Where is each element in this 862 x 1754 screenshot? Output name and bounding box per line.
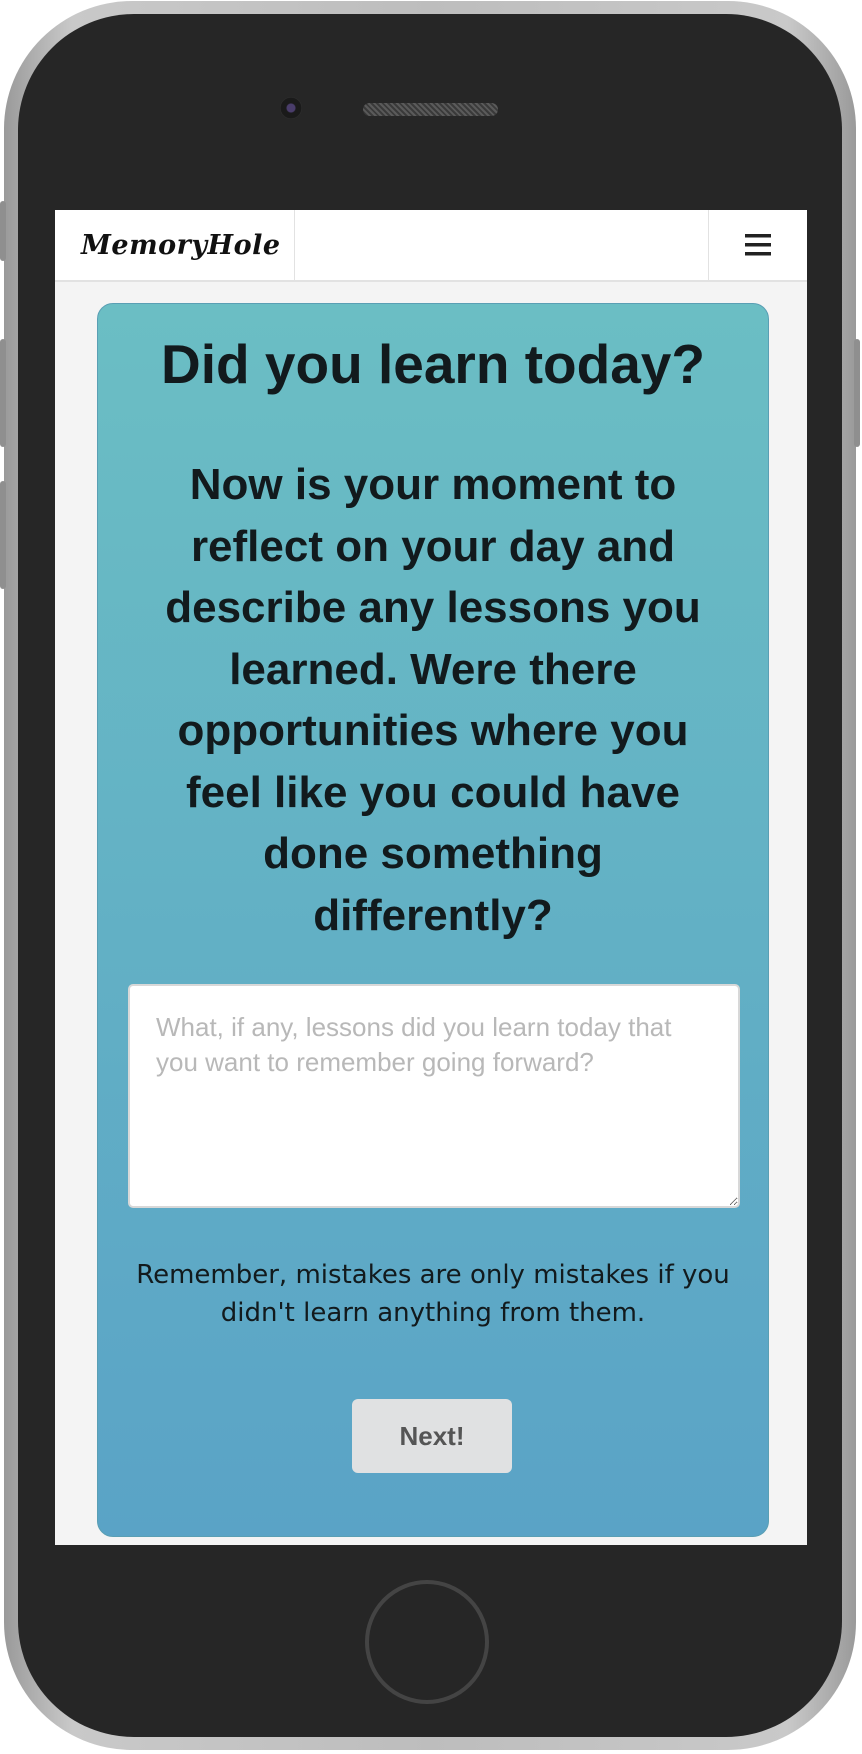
power-button <box>854 339 860 447</box>
reflection-card: Did you learn today? Now is your moment … <box>97 303 769 1537</box>
prompt-description: Now is your moment to reflect on your da… <box>165 460 701 940</box>
reminder-text: Remember, mistakes are only mistakes if … <box>136 1260 730 1328</box>
hamburger-icon <box>745 234 771 256</box>
lessons-input[interactable] <box>128 984 740 1208</box>
volume-down-button <box>0 481 6 589</box>
navbar: MemoryHole <box>55 210 807 282</box>
brand-logo[interactable]: MemoryHole <box>55 210 295 280</box>
page-title: Did you learn today? <box>161 333 705 395</box>
mute-switch <box>0 201 6 261</box>
volume-up-button <box>0 339 6 447</box>
speaker-grille <box>363 103 498 116</box>
camera-icon <box>280 97 302 119</box>
home-button[interactable] <box>365 1580 489 1704</box>
next-button[interactable]: Next! <box>352 1399 512 1473</box>
screen: MemoryHole Did you learn today? Now is y… <box>55 210 807 1545</box>
menu-button[interactable] <box>708 210 807 280</box>
